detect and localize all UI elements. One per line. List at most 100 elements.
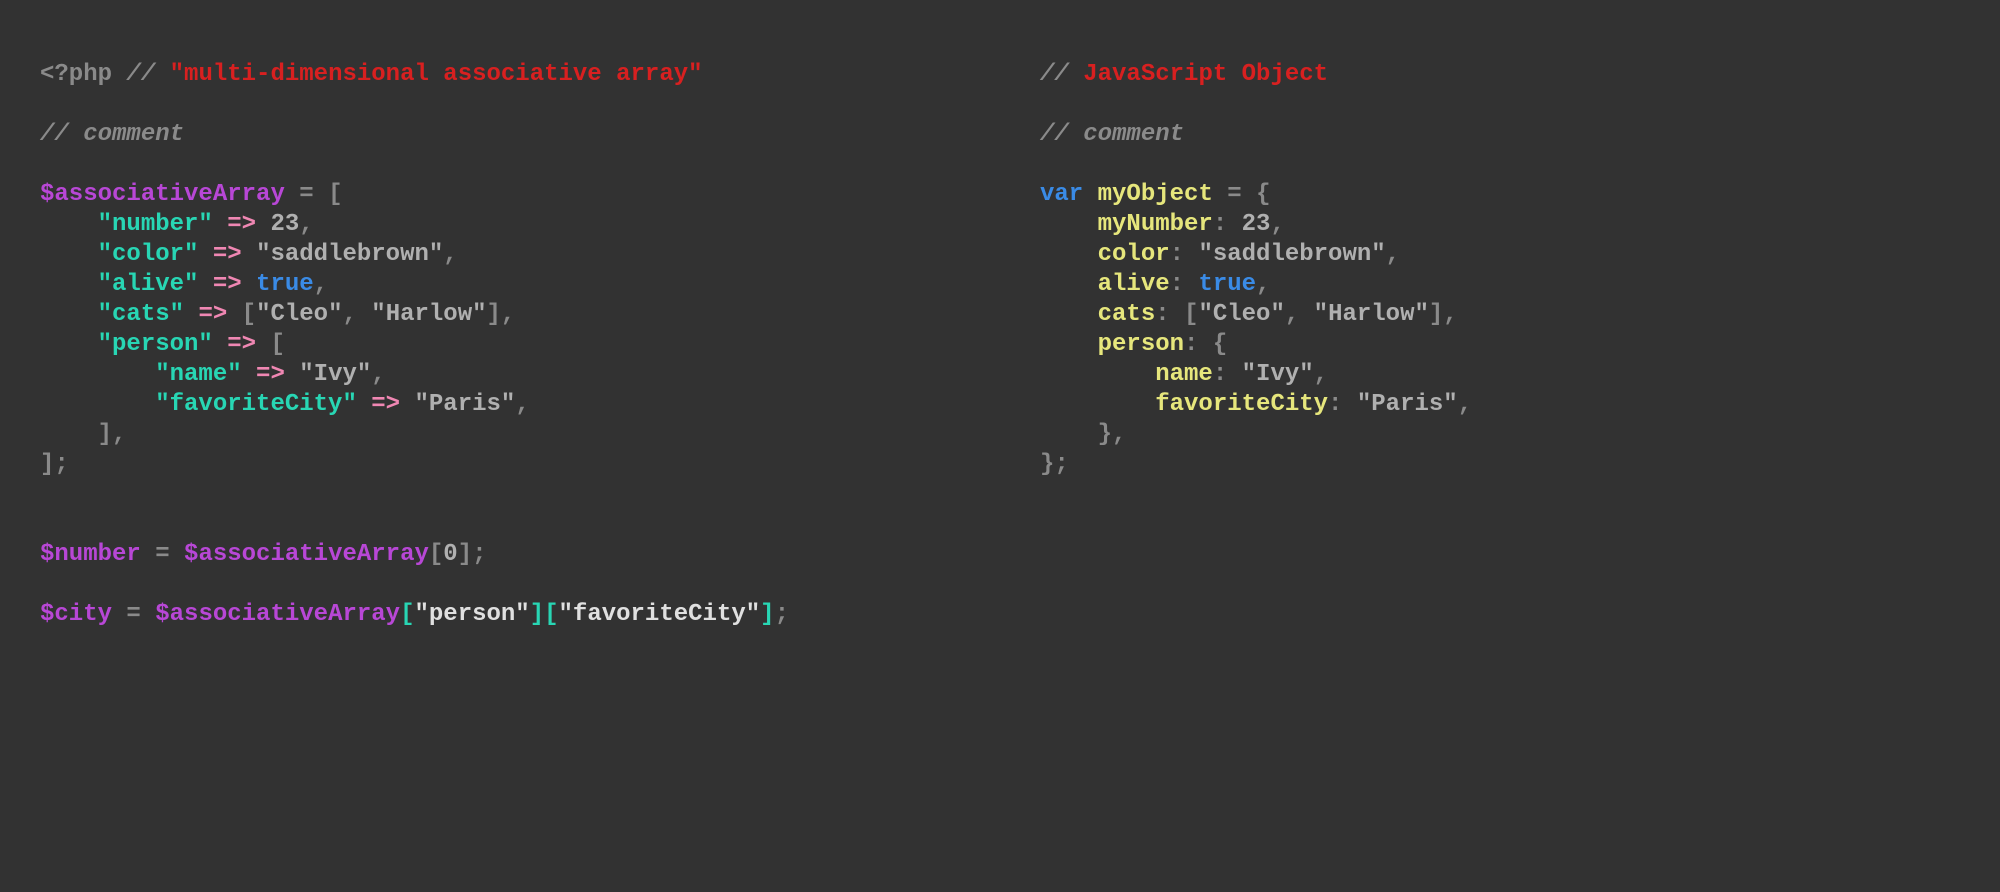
php-comma-8: , — [112, 421, 126, 448]
php-var-array-3: $associativeArray — [155, 601, 400, 628]
php-arrow-2: => — [213, 241, 242, 268]
php-rbrack-4: ] — [760, 601, 774, 628]
js-comma-4: , — [1285, 301, 1299, 328]
js-key-name: name — [1155, 361, 1213, 388]
php-semi-1: ; — [472, 541, 486, 568]
js-eq: = — [1227, 181, 1241, 208]
php-rbrack-1: ] — [98, 421, 112, 448]
php-arrow-6: => — [256, 361, 285, 388]
php-cat2: "Harlow" — [371, 301, 486, 328]
js-key-person: person — [1098, 331, 1184, 358]
js-comment: comment — [1083, 121, 1184, 148]
php-comma-6: , — [371, 361, 385, 388]
php-var-array-2: $associativeArray — [184, 541, 429, 568]
php-comma-7: , — [515, 391, 529, 418]
js-val-color: "saddlebrown" — [1198, 241, 1385, 268]
php-arrow-4: => — [198, 301, 227, 328]
js-rbrack: ] — [1429, 301, 1443, 328]
js-val-name: "Ivy" — [1242, 361, 1314, 388]
php-rbrack-2: ] — [458, 541, 472, 568]
php-semi-2: ; — [775, 601, 789, 628]
php-lbrack-1: [ — [328, 181, 342, 208]
php-idx-person: "person" — [414, 601, 529, 628]
php-arrow-1: => — [227, 211, 256, 238]
php-val-name: "Ivy" — [299, 361, 371, 388]
js-comment-slashes-2: // — [1040, 121, 1069, 148]
js-colon-4: : — [1155, 301, 1169, 328]
js-colon-7: : — [1328, 391, 1342, 418]
php-comma-3: , — [314, 271, 328, 298]
php-lbrack-2: [ — [270, 331, 284, 358]
js-colon-6: : — [1213, 361, 1227, 388]
php-val-number: 23 — [270, 211, 299, 238]
php-key-number: "number" — [98, 211, 213, 238]
js-code-column: // JavaScript Object // comment var myOb… — [1040, 60, 1960, 832]
php-open-tag: <?php — [40, 61, 112, 88]
php-var-city: $city — [40, 601, 112, 628]
js-comma-5: , — [1443, 301, 1457, 328]
php-cats-close: ] — [487, 301, 501, 328]
php-key-name: "name" — [155, 361, 241, 388]
php-arrow-7: => — [371, 391, 400, 418]
js-comma-8: , — [1112, 421, 1126, 448]
js-title: JavaScript Object — [1083, 61, 1328, 88]
php-val-favcity: "Paris" — [414, 391, 515, 418]
js-comma-7: , — [1458, 391, 1472, 418]
js-cat1: "Cleo" — [1198, 301, 1284, 328]
php-key-favcity: "favoriteCity" — [155, 391, 357, 418]
js-colon-5: : — [1184, 331, 1198, 358]
js-comma-2: , — [1386, 241, 1400, 268]
js-kw-var: var — [1040, 181, 1083, 208]
js-val-alive: true — [1198, 271, 1256, 298]
js-comma-3: , — [1256, 271, 1270, 298]
php-key-person: "person" — [98, 331, 213, 358]
php-cat1: "Cleo" — [256, 301, 342, 328]
php-comment: comment — [83, 121, 184, 148]
php-comma-2: , — [443, 241, 457, 268]
php-val-alive: true — [256, 271, 314, 298]
js-code-block: // JavaScript Object // comment var myOb… — [1040, 60, 1960, 480]
js-key-mynumber: myNumber — [1098, 211, 1213, 238]
php-comma-1: , — [299, 211, 313, 238]
js-lbrace-2: { — [1213, 331, 1227, 358]
js-rbrace-1: } — [1098, 421, 1112, 448]
php-code-column: <?php // "multi-dimensional associative … — [40, 60, 1040, 832]
php-comma-4: , — [342, 301, 356, 328]
js-val-favcity: "Paris" — [1357, 391, 1458, 418]
php-rbrack-3: ] — [530, 601, 544, 628]
php-close-1: ]; — [40, 451, 69, 478]
js-key-favcity: favoriteCity — [1155, 391, 1328, 418]
php-comma-5: , — [501, 301, 515, 328]
php-arrow-5: => — [227, 331, 256, 358]
js-obj-name: myObject — [1098, 181, 1213, 208]
js-colon-2: : — [1170, 241, 1184, 268]
php-eq-1: = — [299, 181, 313, 208]
php-arrow-3: => — [213, 271, 242, 298]
php-key-color: "color" — [98, 241, 199, 268]
js-comma-1: , — [1270, 211, 1284, 238]
php-lbrack-4: [ — [400, 601, 414, 628]
php-comment-slashes-2: // — [40, 121, 69, 148]
php-idx-favcity: "favoriteCity" — [559, 601, 761, 628]
php-val-color: "saddlebrown" — [256, 241, 443, 268]
php-lbrack-5: [ — [544, 601, 558, 628]
js-cat2: "Harlow" — [1314, 301, 1429, 328]
php-key-alive: "alive" — [98, 271, 199, 298]
php-lbrack-3: [ — [429, 541, 443, 568]
js-key-cats: cats — [1098, 301, 1156, 328]
php-eq-2: = — [155, 541, 169, 568]
php-key-cats: "cats" — [98, 301, 184, 328]
php-code-block: <?php // "multi-dimensional associative … — [40, 60, 1040, 630]
php-var-array: $associativeArray — [40, 181, 285, 208]
js-comma-6: , — [1314, 361, 1328, 388]
js-colon-3: : — [1170, 271, 1184, 298]
php-eq-3: = — [126, 601, 140, 628]
js-lbrace-1: { — [1256, 181, 1270, 208]
code-comparison: <?php // "multi-dimensional associative … — [0, 0, 2000, 892]
js-key-alive: alive — [1098, 271, 1170, 298]
js-colon-1: : — [1213, 211, 1227, 238]
js-val-number: 23 — [1242, 211, 1271, 238]
php-var-number: $number — [40, 541, 141, 568]
js-lbrack: [ — [1184, 301, 1198, 328]
js-comment-slashes-1: // — [1040, 61, 1069, 88]
